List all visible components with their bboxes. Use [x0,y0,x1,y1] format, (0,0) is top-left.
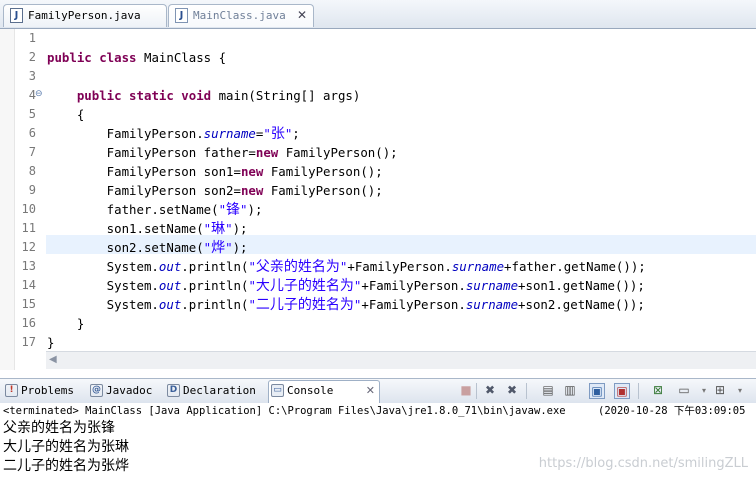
toolbar-separator [638,383,639,399]
code-line: FamilyPerson.surname="张"; [47,126,300,142]
tab-label: Console [287,384,334,397]
java-file-icon: J [10,8,23,23]
code-line: father.setName("锋"); [47,202,263,218]
line-number: 7 [28,145,36,159]
code-line: } [47,335,55,350]
horizontal-scrollbar[interactable]: ◀ [46,351,756,369]
console-status-line: <terminated> MainClass [Java Application… [0,403,756,419]
line-number: 15 [21,297,36,311]
declaration-icon: D [167,384,180,397]
pin-console-icon[interactable]: ⊠ [650,383,666,399]
at-sign-icon: @ [90,384,103,397]
line-number: 5 [28,107,36,121]
code-line: System.out.println("大儿子的姓名为"+FamilyPerso… [47,278,645,294]
code-line: { [47,107,85,122]
line-number: 14 [21,278,36,292]
scroll-left-icon[interactable]: ◀ [49,354,57,365]
show-console-on-output-icon[interactable]: ▣ [589,383,605,399]
tab-javadoc[interactable]: @ Javadoc [88,381,152,401]
tab-label: FamilyPerson.java [28,9,141,22]
scroll-lock-icon[interactable]: ▥ [562,383,578,399]
fold-collapse-icon[interactable]: ⊖ [35,90,43,99]
line-number: 11 [21,221,36,235]
clear-console-icon[interactable]: ▤ [540,383,556,399]
remove-all-terminated-icon[interactable]: ✖ [504,383,520,399]
console-icon: ▭ [271,384,284,397]
display-selected-console-icon[interactable]: ▭ [676,383,692,399]
watermark: https://blog.csdn.net/smilingZLL [538,456,748,471]
line-number: 2 [28,50,36,64]
line-number: 12 [21,240,36,254]
code-line: System.out.println("父亲的姓名为"+FamilyPerson… [47,259,646,275]
code-line: System.out.println("二儿子的姓名为"+FamilyPerso… [47,297,645,313]
tab-label: MainClass.java [193,9,286,22]
tab-console[interactable]: ▭ Console ✕ [268,380,380,403]
views-tab-bar: ! Problems @ Javadoc D Declaration ▭ Con… [0,378,756,404]
line-number: 6 [28,126,36,140]
close-icon[interactable]: ✕ [366,381,375,401]
line-number: 1 [28,31,36,45]
tab-label: Problems [21,384,74,397]
tab-label: Javadoc [106,384,153,397]
console-line: 父亲的姓名为张锋 [3,420,115,436]
console-output[interactable]: 父亲的姓名为张锋 大儿子的姓名为张琳 二儿子的姓名为张烨 [0,419,756,481]
terminate-icon[interactable]: ■ [458,383,474,399]
toolbar-separator [526,383,527,399]
remove-launch-icon[interactable]: ✖ [482,383,498,399]
code-editor[interactable]: 1 2 3 4 5 6 7 8 9 10 11 12 13 14 15 16 1… [0,29,756,370]
toolbar-separator [476,383,477,399]
editor-tab-bar: J FamilyPerson.java J MainClass.java ✕ [0,0,756,29]
tab-familyperson-java[interactable]: J FamilyPerson.java [3,4,167,27]
line-number: 16 [21,316,36,330]
code-line: FamilyPerson son1=new FamilyPerson(); [47,164,383,179]
line-number: 17 [21,335,36,349]
chevron-down-icon[interactable]: ▾ [696,383,712,399]
line-number: 13 [21,259,36,273]
tab-problems[interactable]: ! Problems [3,381,74,401]
java-file-icon: J [175,8,188,23]
launch-timestamp: (2020-10-28 下午03:09:05 [598,405,746,417]
code-line: public class MainClass { [47,50,227,65]
console-line: 二儿子的姓名为张烨 [3,458,129,474]
code-line: son1.setName("琳"); [47,221,248,237]
code-line: FamilyPerson father=new FamilyPerson(); [47,145,398,160]
code-line: public static void main(String[] args) [76,88,361,103]
problems-icon: ! [5,384,18,397]
line-number: 8 [28,164,36,178]
open-console-icon[interactable]: ⊞ [712,383,728,399]
code-line: } [47,316,85,331]
vertical-ruler [0,29,15,370]
tab-declaration[interactable]: D Declaration [165,381,256,401]
console-line: 大儿子的姓名为张琳 [3,439,129,455]
terminated-label: <terminated> MainClass [Java Application… [3,405,566,417]
tab-mainclass-java[interactable]: J MainClass.java ✕ [168,4,314,27]
line-number: 3 [28,69,36,83]
code-line: FamilyPerson son2=new FamilyPerson(); [47,183,383,198]
show-console-on-error-icon[interactable]: ▣ [614,383,630,399]
tab-label: Declaration [183,384,256,397]
line-number: 10 [21,202,36,216]
code-line: son2.setName("烨"); [47,240,248,256]
line-number: 9 [28,183,36,197]
chevron-down-icon[interactable]: ▾ [732,383,748,399]
close-icon[interactable]: ✕ [297,5,307,26]
